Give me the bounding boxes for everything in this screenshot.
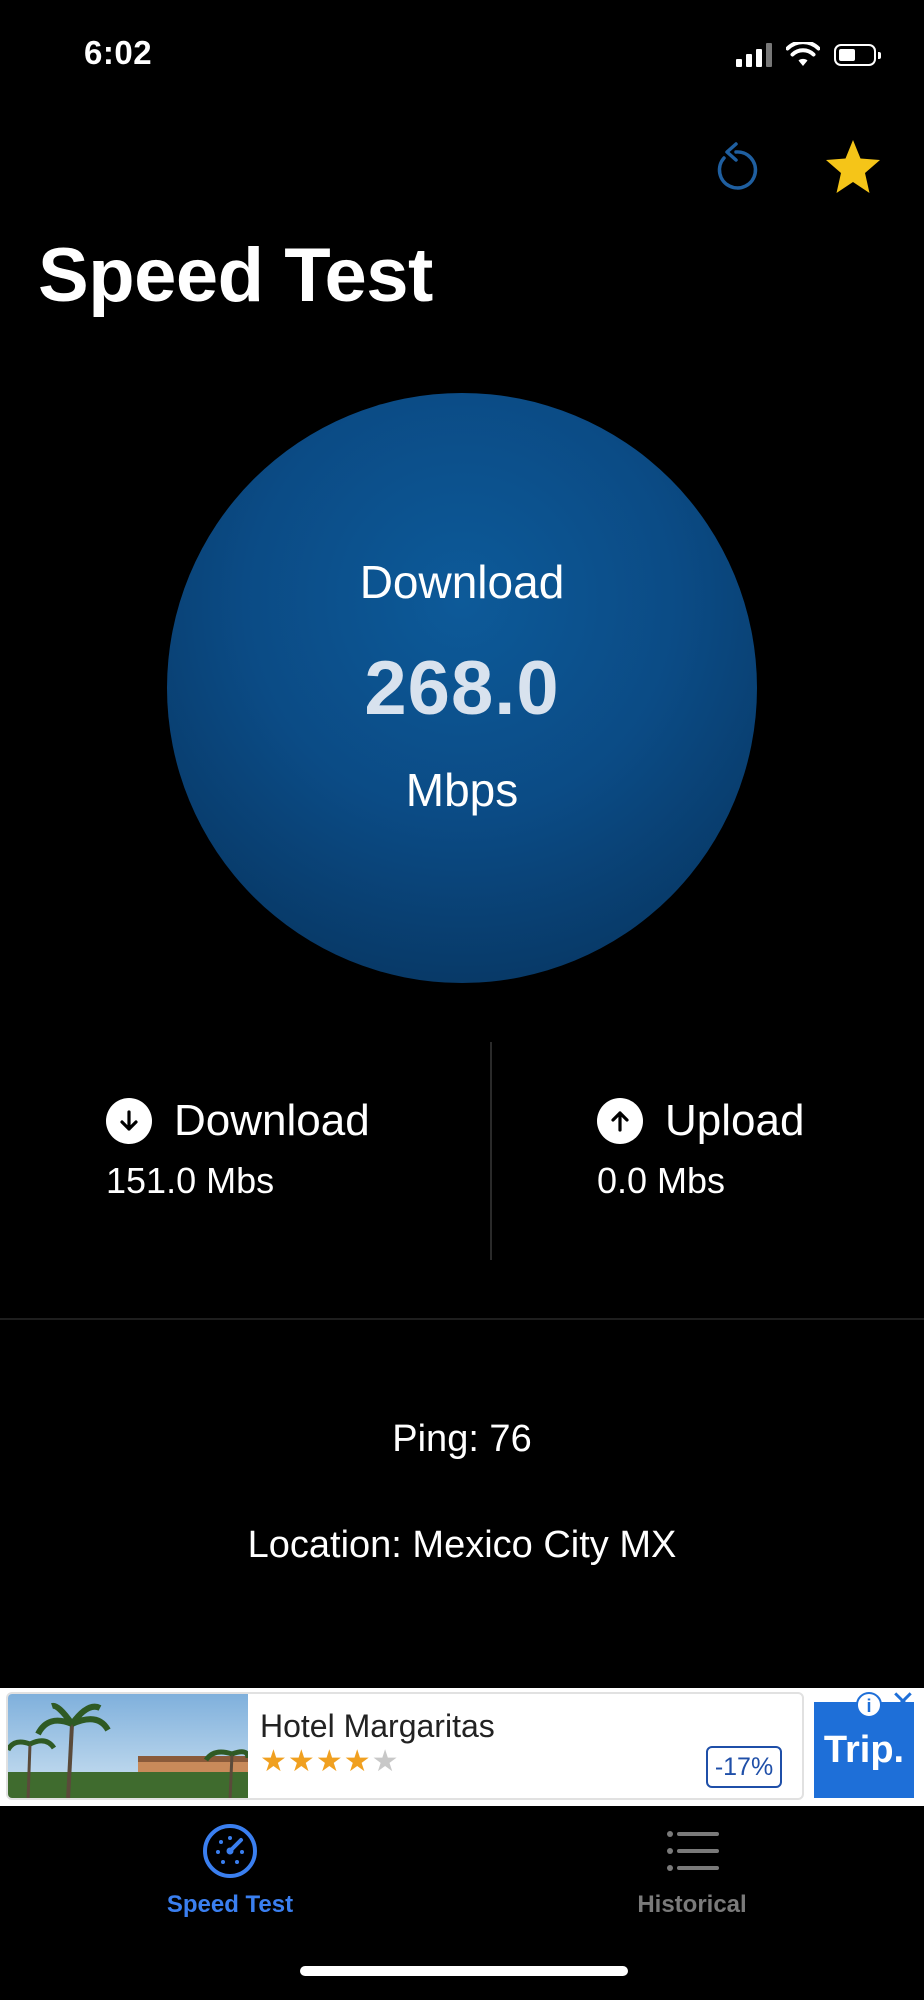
star-filled-icon: ★ xyxy=(343,1745,372,1778)
upload-stat: Upload 0.0 Mbs xyxy=(597,1096,804,1202)
arrow-down-icon xyxy=(106,1098,152,1144)
signal-icon xyxy=(736,43,772,67)
favorite-star-button[interactable] xyxy=(822,136,884,198)
star-filled-icon: ★ xyxy=(260,1745,288,1778)
ad-card[interactable]: Hotel Margaritas ★★★★★ -17% xyxy=(6,1692,804,1800)
ad-banner[interactable]: Hotel Margaritas ★★★★★ -17% Trip. xyxy=(0,1688,924,1806)
upload-stat-value: 0.0 Mbs xyxy=(597,1160,726,1201)
ad-info-icon[interactable]: i xyxy=(856,1692,882,1718)
ad-discount-badge: -17% xyxy=(706,1746,782,1788)
gauge-value: 268.0 xyxy=(364,646,560,731)
speed-gauge: Download 268.0 Mbps xyxy=(167,393,757,983)
arrow-up-icon xyxy=(597,1098,643,1144)
section-divider xyxy=(0,1318,924,1320)
download-stat-label: Download xyxy=(174,1096,370,1145)
page-title: Speed Test xyxy=(38,233,433,318)
star-filled-icon: ★ xyxy=(287,1745,316,1778)
ping-text: Ping: 76 xyxy=(392,1418,532,1460)
status-icons xyxy=(736,42,881,68)
gauge-label: Download xyxy=(359,556,565,608)
gauge-unit: Mbps xyxy=(405,764,519,816)
tab-speed-test-label: Speed Test xyxy=(166,1891,294,1918)
download-stat-value: 151.0 Mbs xyxy=(106,1160,275,1201)
hotel-image xyxy=(8,1694,248,1798)
speedometer-icon xyxy=(203,1824,257,1878)
status-time: 6:02 xyxy=(84,34,153,71)
wifi-icon xyxy=(786,42,820,66)
upload-stat-label: Upload xyxy=(665,1096,805,1145)
location-text: Location: Mexico City MX xyxy=(247,1524,677,1566)
star-empty-icon: ★ xyxy=(371,1745,400,1778)
tab-historical-label: Historical xyxy=(637,1891,747,1918)
refresh-button[interactable] xyxy=(706,138,766,198)
tab-speed-test[interactable]: Speed Test xyxy=(130,1822,330,1919)
battery-icon xyxy=(834,44,881,66)
stats-divider xyxy=(490,1042,492,1260)
home-indicator xyxy=(300,1966,628,1976)
list-icon xyxy=(667,1831,719,1871)
ad-close-icon[interactable]: ✕ xyxy=(888,1688,918,1718)
ad-rating: ★★★★★ xyxy=(260,1744,400,1779)
download-stat: Download 151.0 Mbs xyxy=(106,1096,370,1202)
tab-historical[interactable]: Historical xyxy=(592,1822,792,1919)
ad-title: Hotel Margaritas xyxy=(260,1708,495,1744)
star-filled-icon: ★ xyxy=(315,1745,344,1778)
